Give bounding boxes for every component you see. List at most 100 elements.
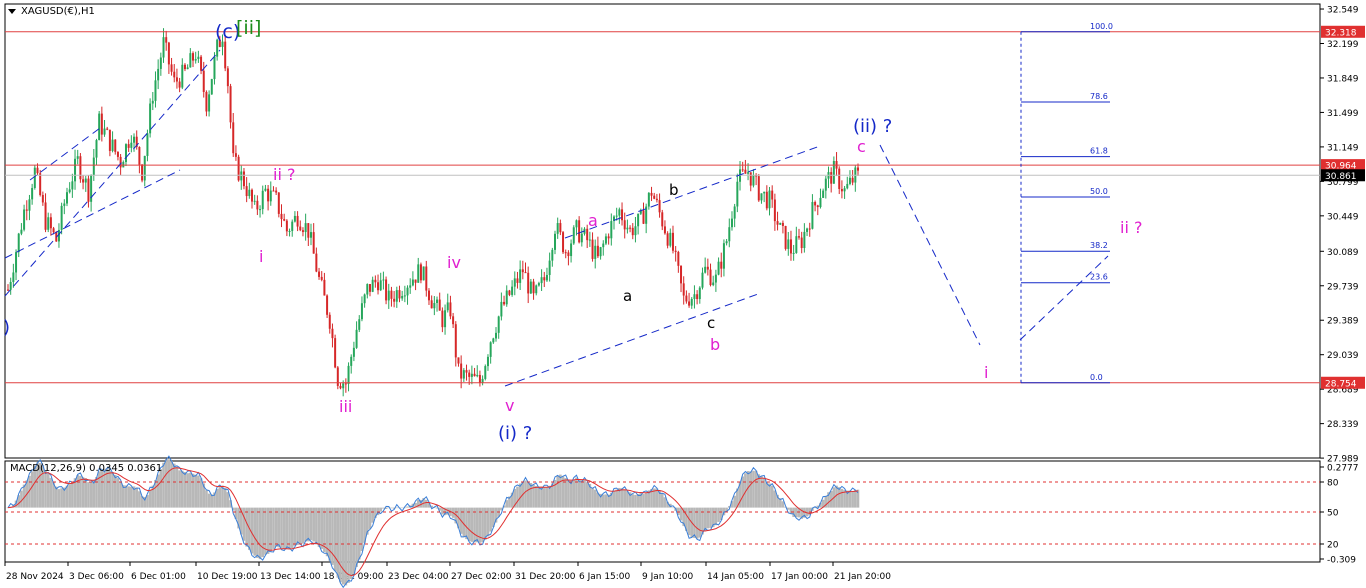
price-chart[interactable]: 32.54932.19931.84931.49931.14930.79930.4… — [0, 0, 1366, 588]
macd-hist-bar — [191, 473, 195, 508]
candle-body — [621, 209, 624, 221]
macd-hist-bar — [577, 479, 581, 508]
candle-body — [806, 228, 809, 232]
candle-body — [272, 190, 275, 192]
candle-body — [320, 276, 323, 280]
y-tick-label: 32.549 — [1327, 6, 1359, 16]
candle-body — [9, 282, 12, 290]
candle-body — [840, 188, 843, 192]
price-tag-label: 32.318 — [1325, 28, 1357, 38]
candle-body — [527, 272, 530, 294]
candle-body — [567, 252, 570, 257]
dropdown-triangle-icon[interactable] — [8, 8, 16, 14]
candle-body — [312, 232, 315, 254]
candle-body — [741, 169, 744, 171]
fib-level-label: 0.0 — [1090, 373, 1103, 382]
macd-hist-bar — [556, 476, 559, 508]
candle-body — [578, 220, 581, 243]
fib-level-label: 38.2 — [1090, 241, 1108, 250]
candle-body — [556, 223, 559, 234]
candle-body — [591, 239, 594, 259]
candle-body — [714, 274, 717, 283]
candle-body — [537, 283, 540, 286]
candle-body — [717, 261, 720, 275]
macd-hist-bar — [290, 507, 294, 549]
candle-body — [653, 195, 656, 199]
candle-body — [157, 68, 160, 81]
candle-body — [95, 140, 98, 158]
candle-body — [108, 129, 111, 151]
macd-hist-bar — [848, 490, 852, 508]
candle-body — [315, 253, 318, 272]
macd-hist-bar — [312, 507, 315, 542]
macd-hist-bar — [307, 507, 310, 542]
candle-body — [253, 200, 256, 202]
macd-hist-bar — [679, 507, 683, 521]
macd-hist-bar — [280, 507, 283, 548]
candle-body — [444, 310, 447, 328]
macd-hist-bar — [406, 506, 409, 508]
fib-level-label: 100.0 — [1090, 22, 1113, 31]
candle-body — [162, 37, 165, 58]
candle-body — [846, 183, 849, 189]
candle-body — [599, 247, 602, 257]
macd-hist-bar — [352, 507, 356, 574]
candle-body — [68, 189, 71, 193]
wave-label: [ii] — [236, 17, 261, 39]
candle-body — [352, 347, 355, 357]
candle-body — [637, 213, 640, 227]
macd-hist-bar — [567, 480, 570, 508]
candle-body — [473, 373, 476, 377]
candle-body — [768, 190, 771, 209]
candle-body — [52, 228, 55, 233]
macd-hist-bar — [569, 480, 573, 508]
candle-body — [355, 329, 358, 348]
candle-body — [178, 81, 181, 88]
macd-hist-bar — [583, 480, 586, 508]
macd-hist-bar — [671, 507, 675, 509]
candle-body — [17, 233, 20, 253]
candle-body — [39, 173, 42, 196]
candle-body — [851, 177, 854, 183]
candle-body — [33, 167, 36, 189]
candle-body — [226, 68, 229, 87]
candle-body — [12, 272, 15, 283]
candle-body — [588, 239, 591, 241]
candle-body — [562, 232, 565, 253]
candle-body — [232, 122, 235, 154]
candle-body — [74, 158, 77, 182]
candle-body — [771, 190, 774, 200]
candle-body — [31, 188, 34, 200]
macd-hist-bar — [534, 485, 538, 508]
macd-hist-bar — [258, 507, 262, 560]
macd-hist-bar — [524, 480, 527, 508]
wave-label: b — [669, 181, 679, 199]
wave-label: a — [623, 287, 632, 305]
candle-body — [497, 316, 500, 333]
macd-hist-bar — [752, 470, 755, 508]
macd-hist-bar — [170, 461, 173, 508]
candle-body — [642, 210, 645, 224]
candle-body — [277, 192, 280, 214]
macd-hist-bar — [368, 507, 372, 529]
candle-body — [363, 294, 366, 304]
candle-body — [540, 277, 543, 284]
candle-body — [301, 230, 304, 233]
candle-body — [323, 279, 326, 296]
candle-body — [792, 252, 795, 254]
current-price-label: 30.861 — [1325, 172, 1357, 182]
candle-body — [411, 279, 414, 286]
candle-body — [87, 178, 90, 202]
macd-hist-bar — [223, 487, 227, 508]
macd-hist-bar — [65, 485, 69, 508]
macd-hist-bar — [323, 507, 326, 552]
candle-body — [492, 338, 495, 343]
macd-hist-bar — [714, 507, 718, 526]
macd-hist-bar — [138, 491, 141, 508]
macd-hist-bar — [741, 476, 745, 508]
x-tick-label: 31 Dec 20:00 — [515, 572, 576, 582]
x-tick-label: 21 Jan 20:00 — [834, 572, 891, 582]
candle-body — [406, 287, 409, 296]
candle-body — [269, 190, 272, 202]
macd-hist-bar — [379, 507, 383, 512]
